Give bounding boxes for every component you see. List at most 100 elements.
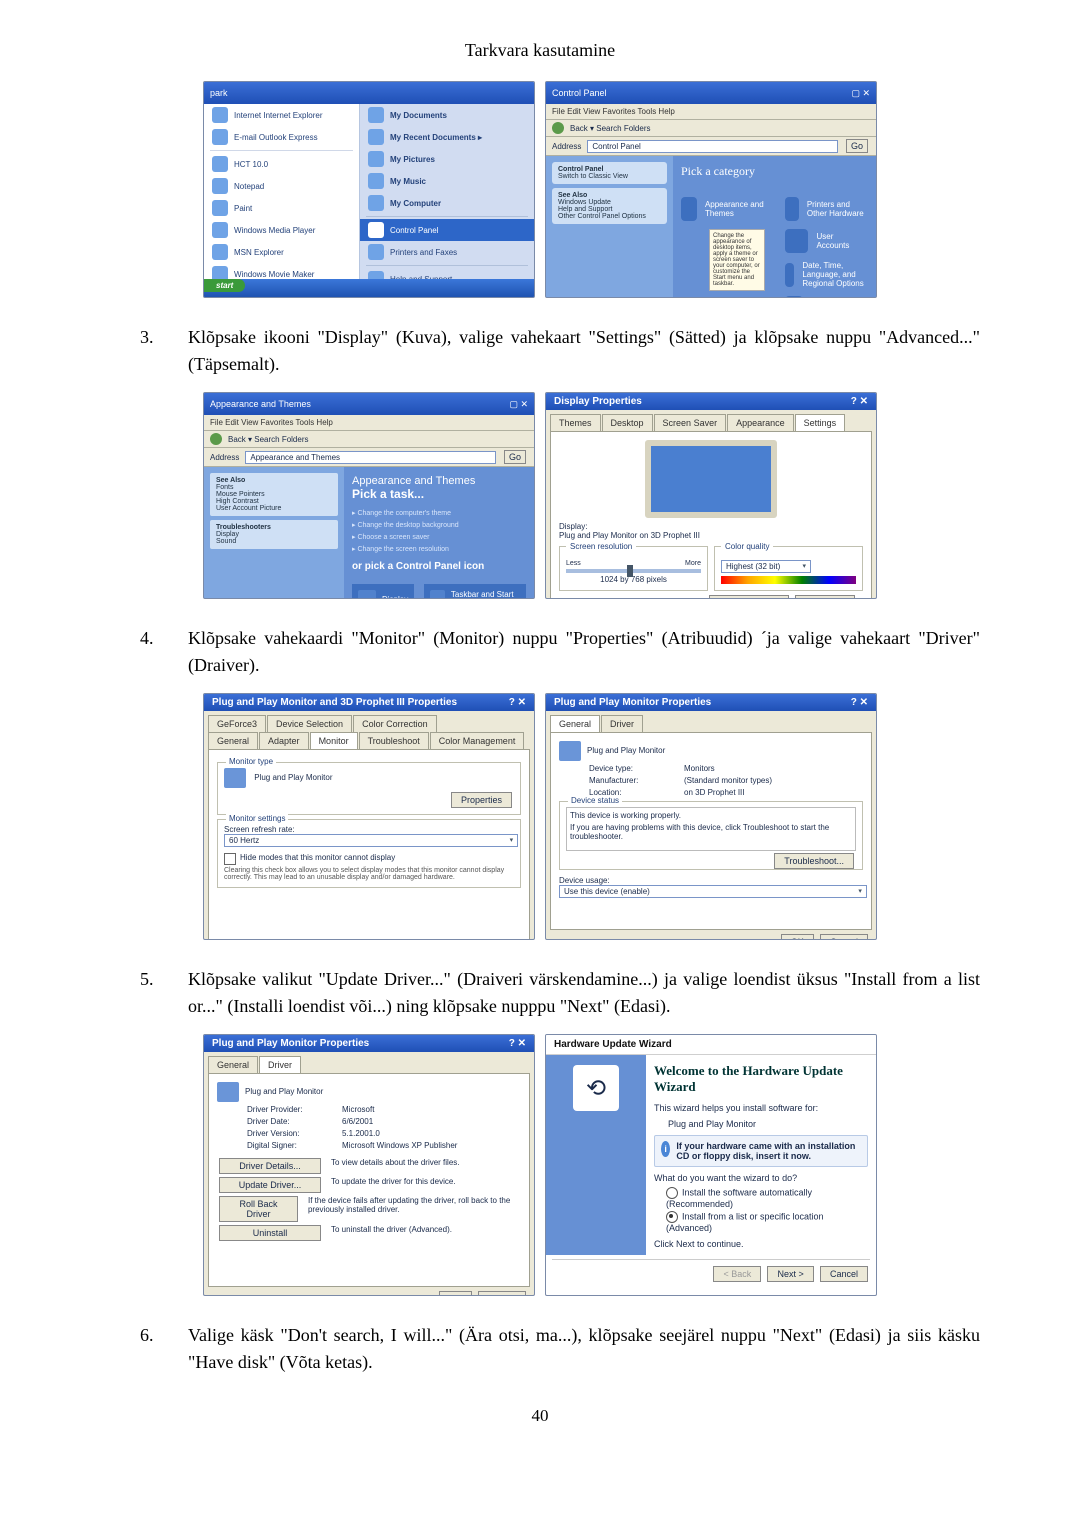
radio-list[interactable] <box>666 1211 678 1223</box>
rollback-desc: If the device fails after updating the d… <box>308 1196 521 1222</box>
update-driver-button[interactable]: Update Driver... <box>219 1177 321 1193</box>
troubleshoot-button[interactable]: Troubleshoot... <box>709 595 789 599</box>
appearance-themes-screenshot: Appearance and Themes ▢ ✕ File Edit View … <box>203 392 535 599</box>
cp-icon <box>368 222 384 238</box>
msn-icon <box>212 244 228 260</box>
rollback-button[interactable]: Roll Back Driver <box>219 1196 298 1222</box>
tab-appearance[interactable]: Appearance <box>727 414 794 431</box>
uninstall-button[interactable]: Uninstall <box>219 1225 321 1241</box>
tab-devsel[interactable]: Device Selection <box>267 715 352 732</box>
sm-recent[interactable]: My Recent Documents ▸ <box>360 126 534 148</box>
menu-bar[interactable]: File Edit View Favorites Tools Help <box>546 104 876 120</box>
menu-bar[interactable]: File Edit View Favorites Tools Help <box>204 415 534 431</box>
link[interactable]: Fonts <box>216 484 234 491</box>
cat-printers[interactable]: Printers and Other Hardware <box>785 197 869 221</box>
driver-details-button[interactable]: Driver Details... <box>219 1158 321 1174</box>
hide-modes-checkbox[interactable] <box>224 853 236 865</box>
tab-adapter[interactable]: Adapter <box>259 732 309 749</box>
sm-mycomputer[interactable]: My Computer <box>360 192 534 214</box>
tab-geforce[interactable]: GeForce3 <box>208 715 266 732</box>
task-link[interactable]: ▸ Change the screen resolution <box>352 545 526 553</box>
cat-accessibility[interactable]: Accessibility Options <box>785 296 869 298</box>
seealso-link[interactable]: Other Control Panel Options <box>558 213 646 220</box>
resolution-slider[interactable] <box>566 569 701 573</box>
sm-notepad[interactable]: Notepad <box>204 175 359 197</box>
device-name: Plug and Play Monitor <box>587 746 665 755</box>
link[interactable]: Display <box>216 531 239 538</box>
sm-msn[interactable]: MSN Explorer <box>204 241 359 263</box>
display-icon-link[interactable]: Display <box>352 584 414 599</box>
tab-screensaver[interactable]: Screen Saver <box>654 414 727 431</box>
back-button[interactable]: < Back <box>713 1266 761 1282</box>
sm-pictures[interactable]: My Pictures <box>360 148 534 170</box>
properties-button[interactable]: Properties <box>451 792 512 808</box>
tab-driver[interactable]: Driver <box>259 1056 301 1073</box>
nav-buttons[interactable]: Back ▾ Search Folders <box>570 124 651 133</box>
tab-general[interactable]: General <box>208 1056 258 1073</box>
window-controls-icon[interactable]: ▢ ✕ <box>851 88 870 99</box>
sm-hct[interactable]: HCT 10.0 <box>204 153 359 175</box>
window-title: Appearance and Themes <box>210 399 311 409</box>
task-link[interactable]: ▸ Choose a screen saver <box>352 533 526 541</box>
tab-colorcorr[interactable]: Color Correction <box>353 715 437 732</box>
sm-wmp[interactable]: Windows Media Player <box>204 219 359 241</box>
opt-list-label: Install from a list or specific location… <box>666 1211 824 1233</box>
tab-settings[interactable]: Settings <box>795 414 846 431</box>
sm-printers[interactable]: Printers and Faxes <box>360 241 534 263</box>
next-button[interactable]: Next > <box>767 1266 813 1282</box>
usage-select[interactable]: Use this device (enable) <box>559 885 867 898</box>
refresh-select[interactable]: 60 Hertz <box>224 834 518 847</box>
back-icon[interactable] <box>552 122 564 134</box>
sm-music[interactable]: My Music <box>360 170 534 192</box>
ok-button[interactable]: OK <box>439 1291 472 1296</box>
sm-paint[interactable]: Paint <box>204 197 359 219</box>
help-close-icon[interactable]: ? ✕ <box>509 1038 526 1049</box>
tab-monitor[interactable]: Monitor <box>310 732 358 749</box>
window-controls-icon[interactable]: ▢ ✕ <box>509 399 528 410</box>
switch-view-link[interactable]: Switch to Classic View <box>558 173 628 180</box>
help-close-icon[interactable]: ? ✕ <box>509 697 526 708</box>
sm-control-panel[interactable]: Control Panel <box>360 219 534 241</box>
advanced-button[interactable]: Advanced <box>795 595 855 599</box>
sm-mydocs[interactable]: My Documents <box>360 104 534 126</box>
seealso-link[interactable]: Help and Support <box>558 206 612 213</box>
tab-general[interactable]: General <box>208 732 258 749</box>
go-button[interactable]: Go <box>846 139 868 153</box>
color-select[interactable]: Highest (32 bit) <box>721 560 811 573</box>
tab-general[interactable]: General <box>550 715 600 732</box>
link[interactable]: Mouse Pointers <box>216 491 265 498</box>
address-field[interactable]: Appearance and Themes <box>245 451 496 464</box>
help-close-icon[interactable]: ? ✕ <box>851 697 868 708</box>
task-link[interactable]: ▸ Change the desktop background <box>352 521 526 529</box>
link[interactable]: User Account Picture <box>216 505 281 512</box>
cat-datetime[interactable]: Date, Time, Language, and Regional Optio… <box>785 261 869 288</box>
cancel-button[interactable]: Cancel <box>820 1266 868 1282</box>
tab-troubleshoot[interactable]: Troubleshoot <box>359 732 429 749</box>
tab-desktop[interactable]: Desktop <box>602 414 653 431</box>
sm-email[interactable]: E-mail Outlook Express <box>204 126 359 148</box>
address-field[interactable]: Control Panel <box>587 140 838 153</box>
radio-auto[interactable] <box>666 1187 678 1199</box>
nav-buttons[interactable]: Back ▾ Search Folders <box>228 435 309 444</box>
cat-users[interactable]: User Accounts <box>785 229 869 253</box>
start-button[interactable]: start <box>204 279 245 292</box>
help-close-icon[interactable]: ? ✕ <box>851 396 868 407</box>
link[interactable]: High Contrast <box>216 498 259 505</box>
back-icon[interactable] <box>210 433 222 445</box>
tab-themes[interactable]: Themes <box>550 414 601 431</box>
wizard-subtext: This wizard helps you install software f… <box>654 1103 868 1113</box>
cat-appearance[interactable]: Appearance and Themes <box>681 197 765 221</box>
tab-colormgmt[interactable]: Color Management <box>430 732 525 749</box>
link[interactable]: Sound <box>216 538 236 545</box>
troubleshoot-button[interactable]: Troubleshoot... <box>774 853 854 869</box>
ok-button[interactable]: OK <box>781 934 814 940</box>
cancel-button[interactable]: Cancel <box>820 934 868 940</box>
seealso-link[interactable]: Windows Update <box>558 199 611 206</box>
cancel-button[interactable]: Cancel <box>478 1291 526 1296</box>
tab-driver[interactable]: Driver <box>601 715 643 732</box>
notepad-icon <box>212 178 228 194</box>
task-link[interactable]: ▸ Change the computer's theme <box>352 509 526 517</box>
taskbar-icon-link[interactable]: Taskbar and Start Menu <box>424 584 526 599</box>
go-button[interactable]: Go <box>504 450 526 464</box>
sm-internet[interactable]: Internet Internet Explorer <box>204 104 359 126</box>
